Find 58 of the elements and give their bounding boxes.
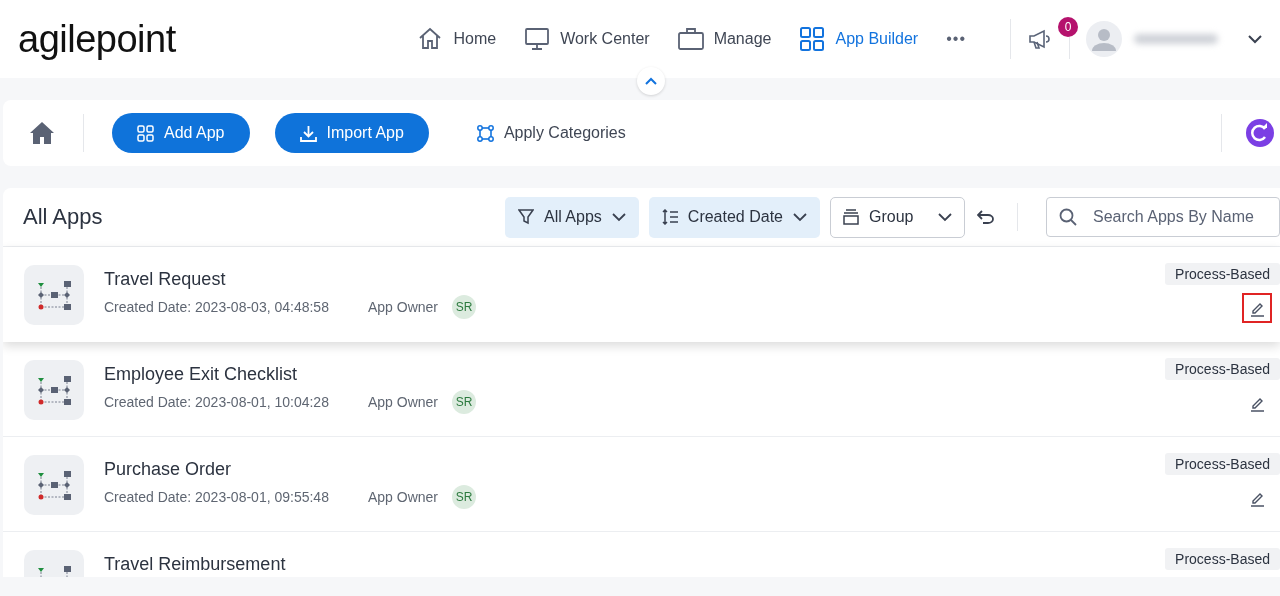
app-name[interactable]: Employee Exit Checklist: [104, 364, 298, 385]
owner-avatar: SR: [452, 295, 477, 319]
refresh-icon[interactable]: [1246, 119, 1274, 147]
app-type-tag: Process-Based: [1165, 453, 1280, 475]
more-menu[interactable]: •••: [946, 30, 966, 48]
search-field[interactable]: Search Apps By Name: [1046, 197, 1280, 237]
app-name[interactable]: Travel Reimbursement: [104, 554, 286, 575]
categories-icon: [476, 124, 494, 142]
app-row[interactable]: Purchase Order Created Date: 2023-08-01, 09:55:48 App Owner SR Process-Based: [3, 437, 1280, 532]
chevron-down-icon[interactable]: [1248, 34, 1262, 44]
app-type-tag: Process-Based: [1165, 263, 1280, 285]
dropdown[interactable]: Created Date: [648, 196, 820, 238]
chevron-down-icon: [793, 212, 807, 222]
stack-icon: [843, 209, 859, 225]
logo: agilepoint: [18, 17, 176, 61]
owner-label: App Owner: [368, 299, 439, 315]
owner-avatar: SR: [452, 485, 477, 509]
edit-button[interactable]: [1242, 293, 1272, 323]
page-title: All Apps: [23, 204, 103, 230]
created-date: Created Date: 2023-08-01, 09:55:48: [104, 489, 330, 505]
app-name[interactable]: Travel Request: [104, 269, 226, 290]
app-row[interactable]: Travel Reimbursement Process-Based: [3, 532, 1280, 577]
grid-icon: [137, 124, 154, 142]
chevron-down-icon: [938, 212, 952, 222]
briefcase-icon: [677, 26, 704, 52]
nav-link[interactable]: App Builder: [799, 26, 919, 52]
monitor-icon: [524, 26, 551, 52]
notification-badge: 0: [1058, 17, 1078, 37]
home-icon[interactable]: [29, 121, 55, 145]
primary-button[interactable]: Add App: [112, 113, 250, 153]
dropdown[interactable]: Group: [830, 196, 965, 238]
undo-icon[interactable]: [977, 210, 995, 224]
nav-link[interactable]: Work Center: [524, 26, 650, 52]
app-type-tag: Process-Based: [1165, 358, 1280, 380]
filter-icon: [518, 209, 534, 225]
chevron-up-icon: [645, 77, 657, 85]
primary-button[interactable]: Import App: [274, 113, 429, 153]
dropdown[interactable]: All Apps: [505, 196, 639, 238]
created-date: Created Date: 2023-08-03, 04:48:58: [104, 299, 330, 315]
app-row[interactable]: Travel Request Created Date: 2023-08-03, 04:48:58 App Owner SR Process-Based: [3, 247, 1280, 342]
nav-link[interactable]: Home: [417, 26, 497, 52]
created-date: Created Date: 2023-08-01, 10:04:28: [104, 394, 330, 410]
chevron-down-icon: [611, 212, 626, 222]
process-diagram-icon: [24, 455, 84, 515]
sort-icon: [661, 209, 678, 225]
app-type-tag: Process-Based: [1165, 548, 1280, 570]
grid-icon: [799, 26, 826, 52]
app-name[interactable]: Purchase Order: [104, 459, 232, 480]
owner-label: App Owner: [368, 489, 439, 505]
process-diagram-icon: [24, 265, 84, 325]
collapse-button[interactable]: [637, 67, 665, 95]
download-icon: [299, 124, 317, 142]
process-diagram-icon: [24, 360, 84, 420]
owner-label: App Owner: [368, 394, 439, 410]
apply-categories-link[interactable]: Apply Categories: [476, 124, 626, 142]
nav-link[interactable]: Manage: [677, 26, 772, 52]
owner-avatar: SR: [452, 390, 477, 414]
app-row[interactable]: Employee Exit Checklist Created Date: 2023-08-01, 10:04:28 App Owner SR Process-Based: [3, 342, 1280, 437]
